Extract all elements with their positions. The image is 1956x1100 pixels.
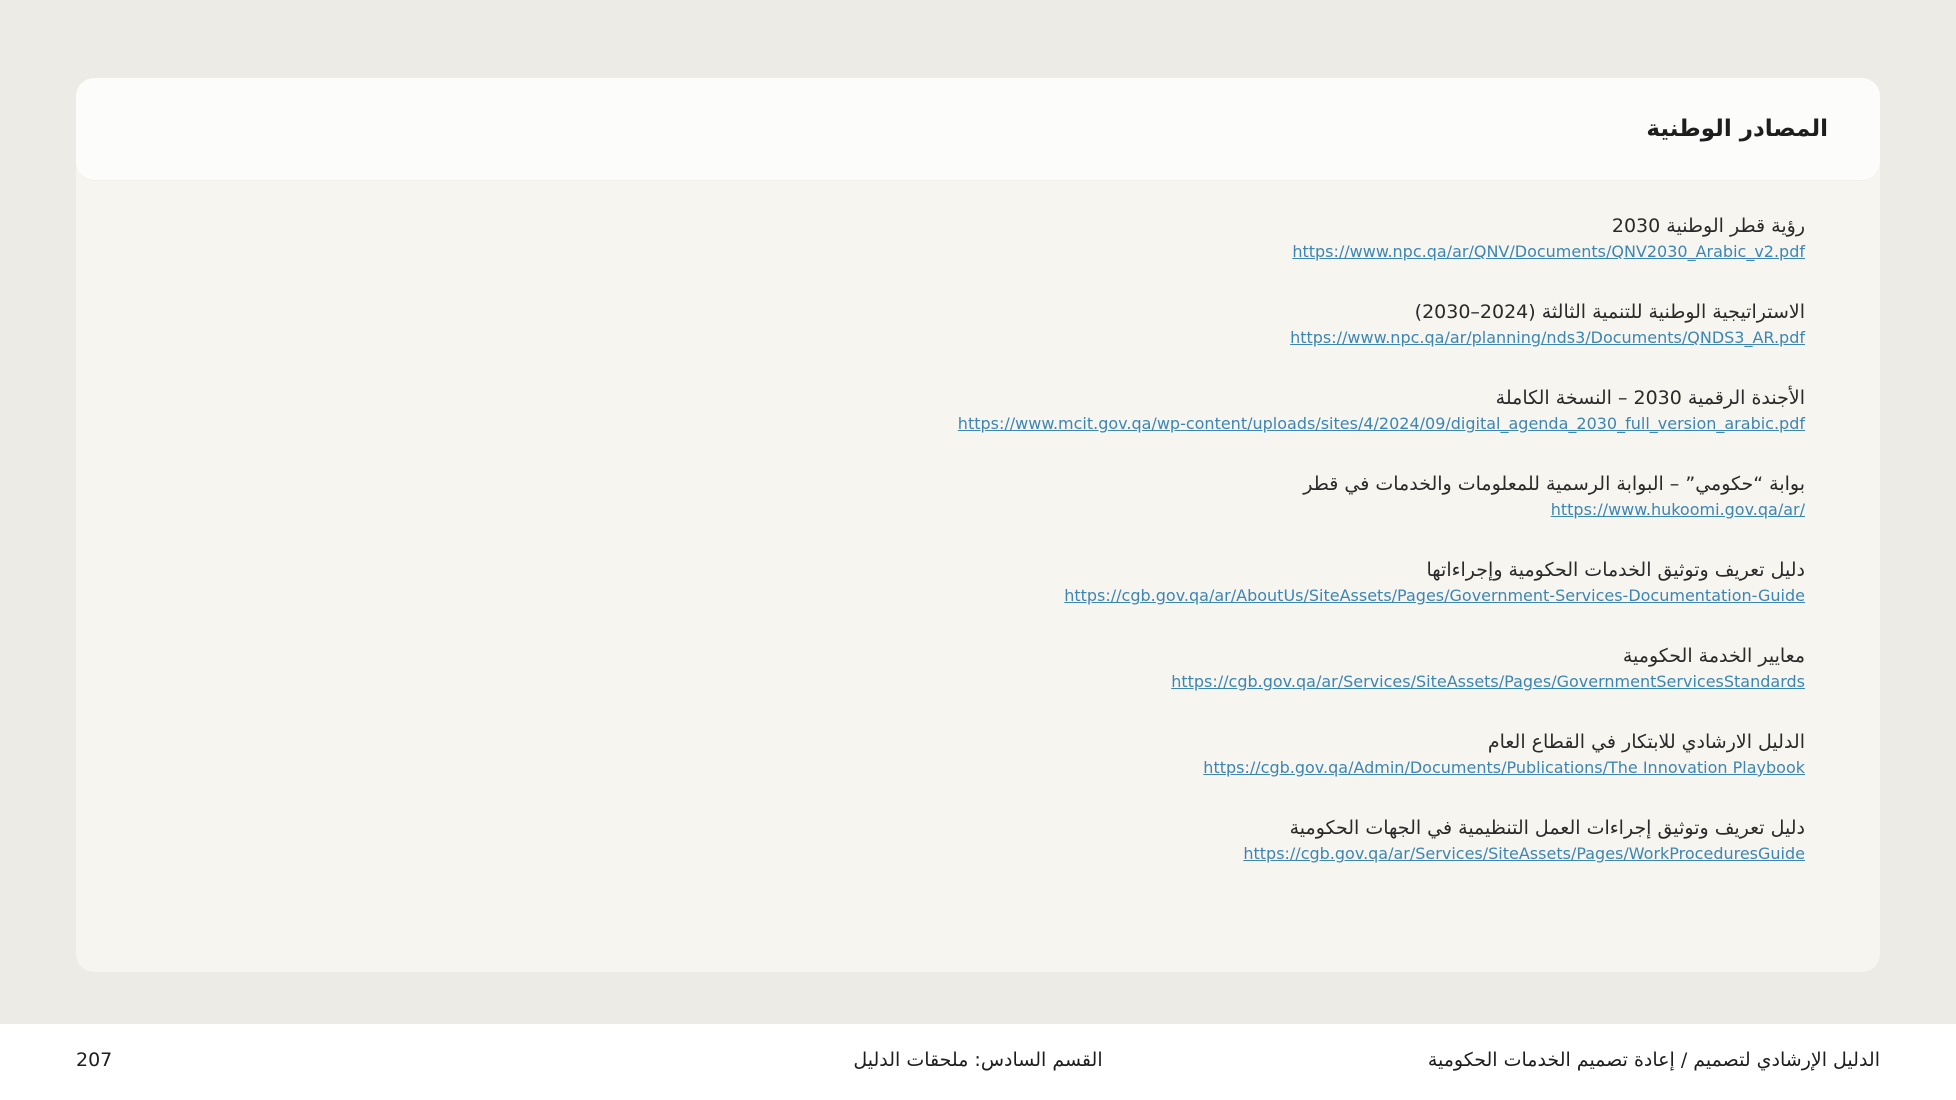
source-title: الدليل الارشادي للابتكار في القطاع العام [1487,731,1805,753]
sources-list: رؤية قطر الوطنية 2030 https://www.npc.qa… [76,180,1880,866]
source-title: بوابة “حكومي” – البوابة الرسمية للمعلوما… [1303,473,1805,495]
page-footer: الدليل الإرشادي لتصميم / إعادة تصميم الخ… [0,1024,1956,1100]
source-item: معايير الخدمة الحكومية https://cgb.gov.q… [76,642,1805,694]
source-link[interactable]: https://cgb.gov.qa/Admin/Documents/Publi… [1203,756,1805,780]
source-link[interactable]: https://www.hukoomi.gov.qa/ar/ [1551,498,1805,522]
source-link[interactable]: https://cgb.gov.qa/ar/Services/SiteAsset… [1243,842,1805,866]
source-item: رؤية قطر الوطنية 2030 https://www.npc.qa… [76,212,1805,264]
source-item: الأجندة الرقمية 2030 – النسخة الكاملة ht… [76,384,1805,436]
source-title: دليل تعريف وتوثيق الخدمات الحكومية وإجرا… [1426,559,1805,581]
source-link[interactable]: https://www.npc.qa/ar/planning/nds3/Docu… [1290,326,1805,350]
footer-section: القسم السادس: ملحقات الدليل [853,1049,1103,1071]
source-link[interactable]: https://cgb.gov.qa/ar/AboutUs/SiteAssets… [1064,584,1805,608]
source-link[interactable]: https://www.npc.qa/ar/QNV/Documents/QNV2… [1292,240,1805,264]
footer-page-number: 207 [76,1049,113,1071]
source-item: الدليل الارشادي للابتكار في القطاع العام… [76,728,1805,780]
source-title: الأجندة الرقمية 2030 – النسخة الكاملة [1495,387,1805,409]
source-link[interactable]: https://www.mcit.gov.qa/wp-content/uploa… [958,412,1805,436]
footer-guide-title: الدليل الإرشادي لتصميم / إعادة تصميم الخ… [1427,1049,1880,1071]
source-item: الاستراتيجية الوطنية للتنمية الثالثة (20… [76,298,1805,350]
page: المصادر الوطنية رؤية قطر الوطنية 2030 ht… [0,0,1956,1100]
source-item: دليل تعريف وتوثيق الخدمات الحكومية وإجرا… [76,556,1805,608]
source-title: دليل تعريف وتوثيق إجراءات العمل التنظيمي… [1289,817,1805,839]
source-item: بوابة “حكومي” – البوابة الرسمية للمعلوما… [76,470,1805,522]
source-item: دليل تعريف وتوثيق إجراءات العمل التنظيمي… [76,814,1805,866]
source-title: رؤية قطر الوطنية 2030 [1611,215,1805,237]
source-title: معايير الخدمة الحكومية [1622,645,1805,667]
card-header: المصادر الوطنية [76,78,1880,180]
sources-card: المصادر الوطنية رؤية قطر الوطنية 2030 ht… [76,78,1880,972]
card-title: المصادر الوطنية [1646,116,1828,142]
source-title: الاستراتيجية الوطنية للتنمية الثالثة (20… [1414,301,1805,323]
source-link[interactable]: https://cgb.gov.qa/ar/Services/SiteAsset… [1171,670,1805,694]
